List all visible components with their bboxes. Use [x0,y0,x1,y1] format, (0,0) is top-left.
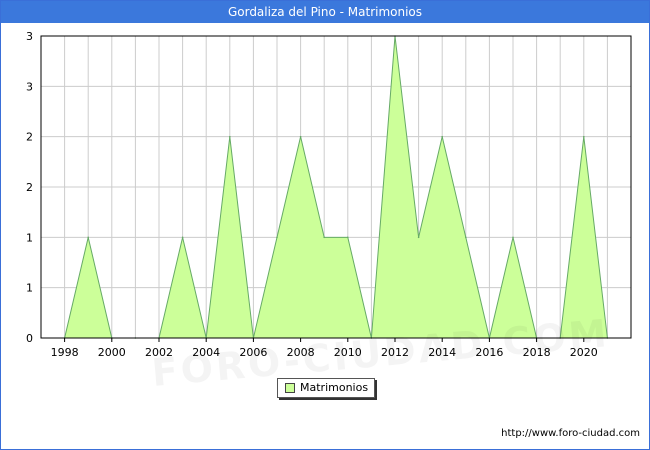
data-point-1999 [87,236,89,239]
data-point-2009 [323,236,326,239]
data-point-2015 [465,236,467,239]
x-tick-label: 2020 [570,346,598,359]
chart-window: Gordaliza del Pino - Matrimonios 0112233… [0,0,650,450]
x-tick-label: 1998 [51,346,79,359]
x-tick-label: 2010 [334,346,362,359]
y-tick-label: 3 [26,30,33,43]
x-axis-ticks: 1998 2000 2002 2004 2006 2008 2010 2012 2014 2016… [51,338,598,359]
y-tick-label: 0 [26,332,33,345]
data-point-2010 [347,236,349,239]
y-tick-label: 2 [26,131,33,144]
data-point-2017 [512,236,514,239]
x-tick-label: 2002 [145,346,173,359]
x-tick-label: 2018 [523,346,551,359]
y-axis-ticks: 0 1 1 2 2 3 3 [26,30,33,345]
data-point-2020 [583,135,585,138]
data-point-2008 [299,135,302,138]
x-tick-label: 2014 [428,346,456,359]
data-point-2014 [441,135,444,138]
source-url: http://www.foro-ciudad.com [501,428,640,439]
legend-swatch-matrimonios [285,383,295,393]
y-tick-label: 3 [26,80,33,93]
data-point-2003 [181,236,184,239]
legend-label-matrimonios: Matrimonios [300,381,369,394]
data-point-2005 [229,135,231,138]
y-tick-label: 2 [26,181,33,194]
x-tick-label: 2016 [475,346,503,359]
x-tick-label: 2006 [239,346,267,359]
y-tick-label: 1 [26,231,33,244]
legend: Matrimonios [277,378,375,398]
x-tick-label: 2008 [287,346,315,359]
data-point-2007 [276,236,278,239]
x-tick-label: 2000 [98,346,126,359]
x-tick-label: 2012 [381,346,409,359]
data-point-2013 [417,236,420,239]
x-tick-label: 2004 [192,346,220,359]
y-tick-label: 1 [26,282,33,295]
